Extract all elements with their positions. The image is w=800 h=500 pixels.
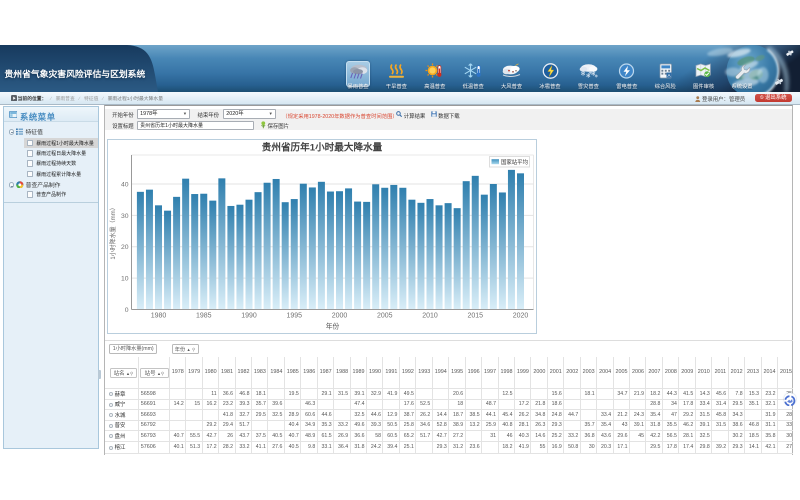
svg-text:40: 40 (121, 181, 129, 188)
svg-text:0: 0 (125, 307, 129, 314)
svg-text:2010: 2010 (422, 312, 438, 319)
svg-text:2015: 2015 (467, 312, 483, 319)
svg-text:2020: 2020 (513, 312, 529, 319)
svg-text:年份: 年份 (326, 322, 340, 331)
svg-text:1985: 1985 (196, 312, 212, 319)
svg-text:2000: 2000 (332, 312, 348, 319)
svg-text:1小时降水量（mm）: 1小时降水量（mm） (109, 204, 117, 259)
svg-text:20: 20 (121, 244, 129, 251)
svg-text:1995: 1995 (286, 312, 302, 319)
svg-text:30: 30 (121, 213, 129, 220)
svg-text:1990: 1990 (241, 312, 257, 319)
svg-text:10: 10 (121, 276, 129, 283)
svg-text:贵州省历年1小时最大降水量: 贵州省历年1小时最大降水量 (262, 142, 383, 154)
svg-text:2005: 2005 (377, 312, 393, 319)
svg-text:1980: 1980 (151, 312, 167, 319)
svg-text:✻: ✻ (594, 74, 598, 79)
svg-text:国家站平均: 国家站平均 (501, 158, 528, 166)
